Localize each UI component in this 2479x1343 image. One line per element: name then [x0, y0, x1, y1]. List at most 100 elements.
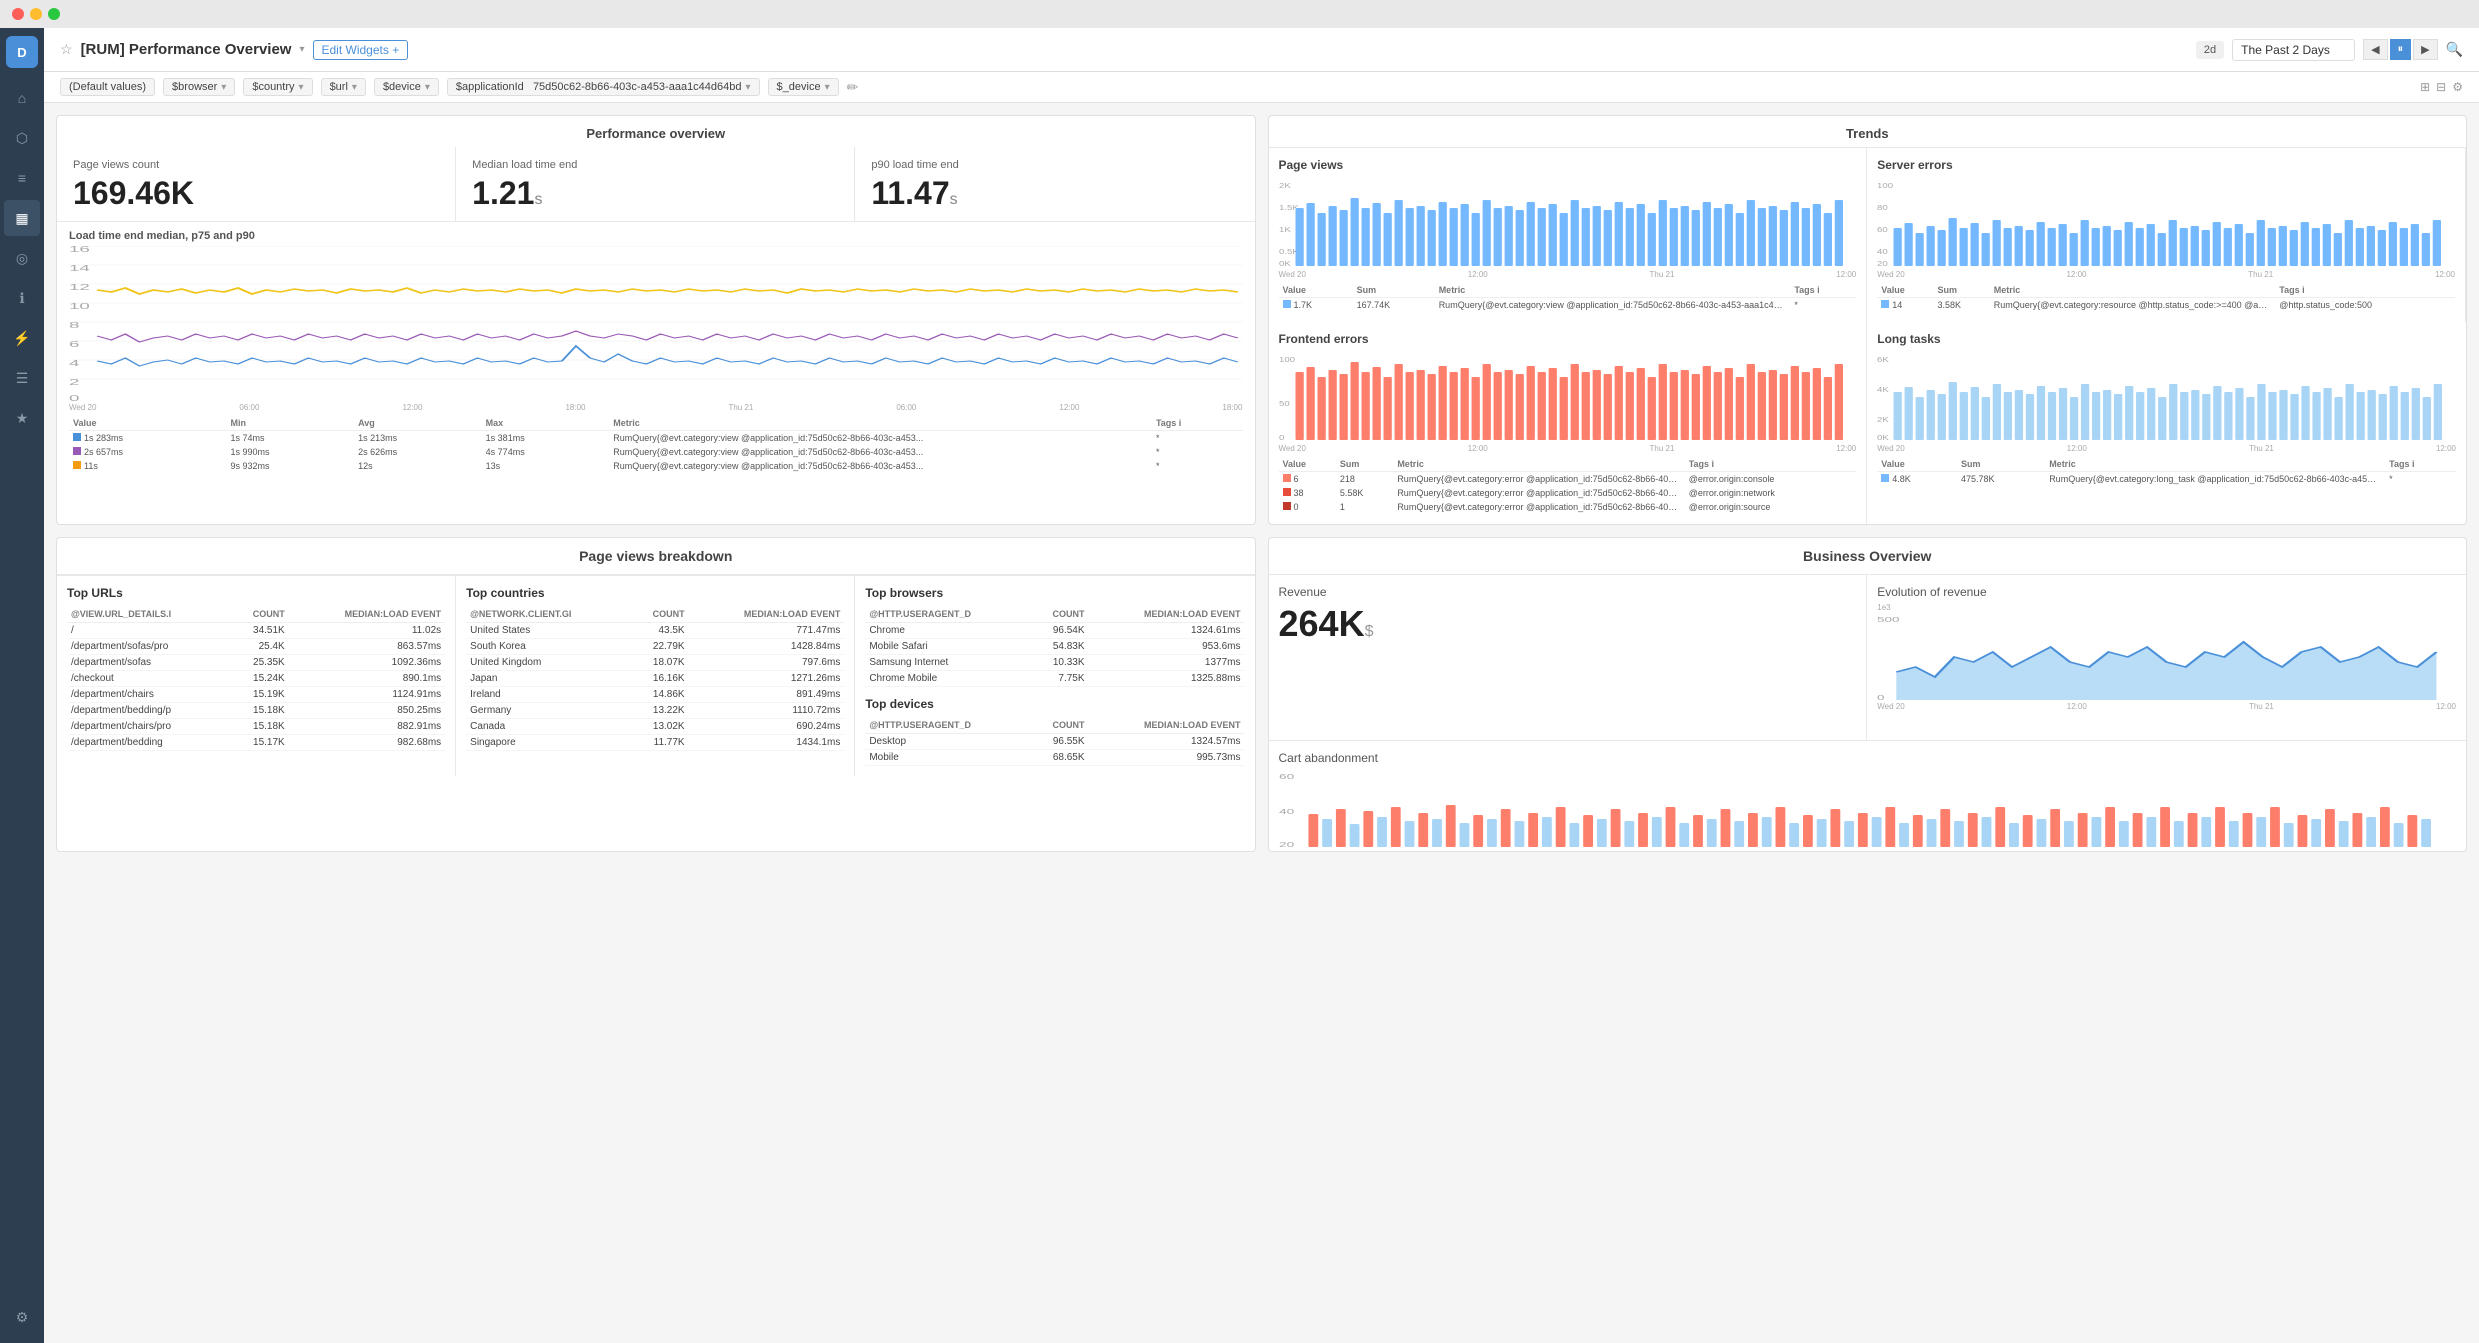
- legend-tags: *: [1152, 445, 1243, 459]
- sidebar-item-favorites[interactable]: ★: [4, 400, 40, 436]
- svg-text:50: 50: [1279, 399, 1290, 407]
- legend-color-value: 4.8K: [1877, 472, 1957, 487]
- sidebar-item-explore[interactable]: ⬡: [4, 120, 40, 156]
- svg-text:1K: 1K: [1279, 225, 1291, 233]
- median-cell: 1325.88ms: [1089, 671, 1245, 687]
- legend-color-value: 14: [1877, 298, 1933, 313]
- title-dropdown-icon[interactable]: ▾: [299, 44, 304, 55]
- favorite-icon[interactable]: ☆: [60, 41, 73, 58]
- filter-browser[interactable]: $browser ▾: [163, 78, 235, 96]
- x-label: 12:00: [2436, 851, 2456, 853]
- filter-remove-icon[interactable]: ▾: [352, 82, 357, 93]
- filter-remove-icon[interactable]: ▾: [425, 82, 430, 93]
- legend-sum: 475.78K: [1957, 472, 2045, 487]
- legend-color-value: 0: [1279, 500, 1336, 514]
- table-header-row: @NETWORK.CLIENT.GI COUNT MEDIAN:LOAD EVE…: [466, 606, 844, 623]
- filter-remove-icon[interactable]: ▾: [299, 82, 304, 93]
- filter-country[interactable]: $country ▾: [243, 78, 312, 96]
- svg-text:100: 100: [1279, 355, 1295, 363]
- country-cell: Ireland: [466, 687, 629, 703]
- legend-row: 14 3.58K RumQuery{@evt.category:resource…: [1877, 298, 2455, 313]
- filter-device[interactable]: $device ▾: [374, 78, 439, 96]
- sidebar-item-logs[interactable]: ≡: [4, 160, 40, 196]
- server-errors-title: Server errors: [1877, 158, 2455, 172]
- time-range-selector[interactable]: The Past 2 Days: [2232, 39, 2355, 61]
- long-tasks-inner: Long tasks 6K 4K 2K 0K: [1867, 322, 2466, 496]
- x-label: Wed 20: [1877, 444, 1904, 453]
- legend-min: 1s 74ms: [226, 431, 354, 446]
- table-row: /34.51K11.02s: [67, 623, 445, 639]
- search-button[interactable]: 🔍: [2446, 41, 2463, 58]
- filter-label: $_device: [777, 81, 821, 93]
- filter-edit-icon[interactable]: ✏: [847, 79, 859, 96]
- filter-default-values[interactable]: (Default values): [60, 78, 155, 96]
- top-browsers-devices-section: Top browsers @HTTP.USERAGENT_D COUNT MED…: [855, 576, 1254, 776]
- grid-view-icon[interactable]: ⊞: [2420, 80, 2430, 94]
- top-devices-body: Desktop96.55K1324.57msMobile68.65K995.73…: [865, 734, 1244, 766]
- close-button[interactable]: [12, 8, 24, 20]
- table-row: /checkout15.24K890.1ms: [67, 671, 445, 687]
- x-label: 12:00: [2067, 444, 2087, 453]
- filter-url[interactable]: $url ▾: [321, 78, 366, 96]
- filter-application-id[interactable]: $applicationId 75d50c62-8b66-403c-a453-a…: [447, 78, 760, 96]
- count-cell: 13.02K: [629, 719, 689, 735]
- count-cell: 10.33K: [1029, 655, 1089, 671]
- metric-label: p90 load time end: [871, 159, 1238, 171]
- count-cell: 68.65K: [1029, 750, 1089, 766]
- legend-tags: @http.status_code:500: [2275, 298, 2455, 313]
- table-row: Chrome96.54K1324.61ms: [865, 623, 1244, 639]
- median-cell: 1324.57ms: [1089, 734, 1245, 750]
- metric-label: Page views count: [73, 159, 439, 171]
- url-cell: /department/sofas/pro: [67, 639, 229, 655]
- row2: Page views breakdown Top URLs @VIEW.URL_…: [44, 525, 2479, 864]
- legend-color-value: 2s 657ms: [69, 445, 226, 459]
- legend-header-avg: Avg: [354, 416, 482, 431]
- pause-button[interactable]: ⏸: [2390, 39, 2412, 60]
- legend-max: 4s 774ms: [482, 445, 610, 459]
- legend-color-value: 38: [1279, 486, 1336, 500]
- sidebar-item-settings[interactable]: ⚙: [4, 1299, 40, 1335]
- settings-icon[interactable]: ⚙: [2452, 80, 2463, 94]
- th-metric: Metric: [1990, 283, 2276, 298]
- list-view-icon[interactable]: ⊟: [2436, 80, 2446, 94]
- time-badge: 2d: [2196, 41, 2224, 59]
- legend-avg: 2s 626ms: [354, 445, 482, 459]
- filter-remove-icon[interactable]: ▾: [825, 82, 830, 93]
- x-label: 06:00: [896, 403, 916, 412]
- maximize-button[interactable]: [48, 8, 60, 20]
- forward-button[interactable]: ▶: [2413, 39, 2437, 60]
- x-label: 12:00: [2067, 702, 2087, 711]
- legend-metric: RumQuery{@evt.category:resource @http.st…: [1990, 298, 2276, 313]
- top-devices-title: Top devices: [865, 697, 1244, 711]
- long-tasks-section: Long tasks 6K 4K 2K 0K: [1867, 322, 2466, 524]
- sidebar-item-info[interactable]: ℹ: [4, 280, 40, 316]
- svg-text:6K: 6K: [1877, 355, 1889, 363]
- url-cell: /: [67, 623, 229, 639]
- url-cell: /department/sofas: [67, 655, 229, 671]
- sidebar-item-synthetics[interactable]: ⚡: [4, 320, 40, 356]
- business-overview-header: Business Overview: [1269, 538, 2467, 575]
- th-value: Value: [1877, 457, 1957, 472]
- count-cell: 7.75K: [1029, 671, 1089, 687]
- th-sum: Sum: [1933, 283, 1989, 298]
- performance-overview-title: Performance overview: [57, 116, 1255, 147]
- count-cell: 34.51K: [229, 623, 289, 639]
- median-cell: 982.68ms: [289, 735, 445, 751]
- sidebar-item-home[interactable]: ⌂: [4, 80, 40, 116]
- edit-widgets-button[interactable]: Edit Widgets +: [313, 40, 409, 60]
- filter-remove-icon[interactable]: ▾: [746, 82, 751, 93]
- table-row: Singapore11.77K1434.1ms: [466, 735, 844, 751]
- sidebar-item-metrics[interactable]: ▦: [4, 200, 40, 236]
- minimize-button[interactable]: [30, 8, 42, 20]
- sidebar-item-apm[interactable]: ◎: [4, 240, 40, 276]
- filter-device2[interactable]: $_device ▾: [768, 78, 839, 96]
- filter-bar: (Default values) $browser ▾ $country ▾ $…: [44, 72, 2479, 103]
- median-cell: 1110.72ms: [689, 703, 845, 719]
- sidebar-item-rum[interactable]: ☰: [4, 360, 40, 396]
- median-cell: 690.24ms: [689, 719, 845, 735]
- rewind-button[interactable]: ◀: [2363, 39, 2387, 60]
- th-median: MEDIAN:LOAD EVENT: [289, 606, 445, 623]
- filter-remove-icon[interactable]: ▾: [221, 82, 226, 93]
- legend-row: 4.8K 475.78K RumQuery{@evt.category:long…: [1877, 472, 2456, 487]
- browser-cell: Mobile Safari: [865, 639, 1029, 655]
